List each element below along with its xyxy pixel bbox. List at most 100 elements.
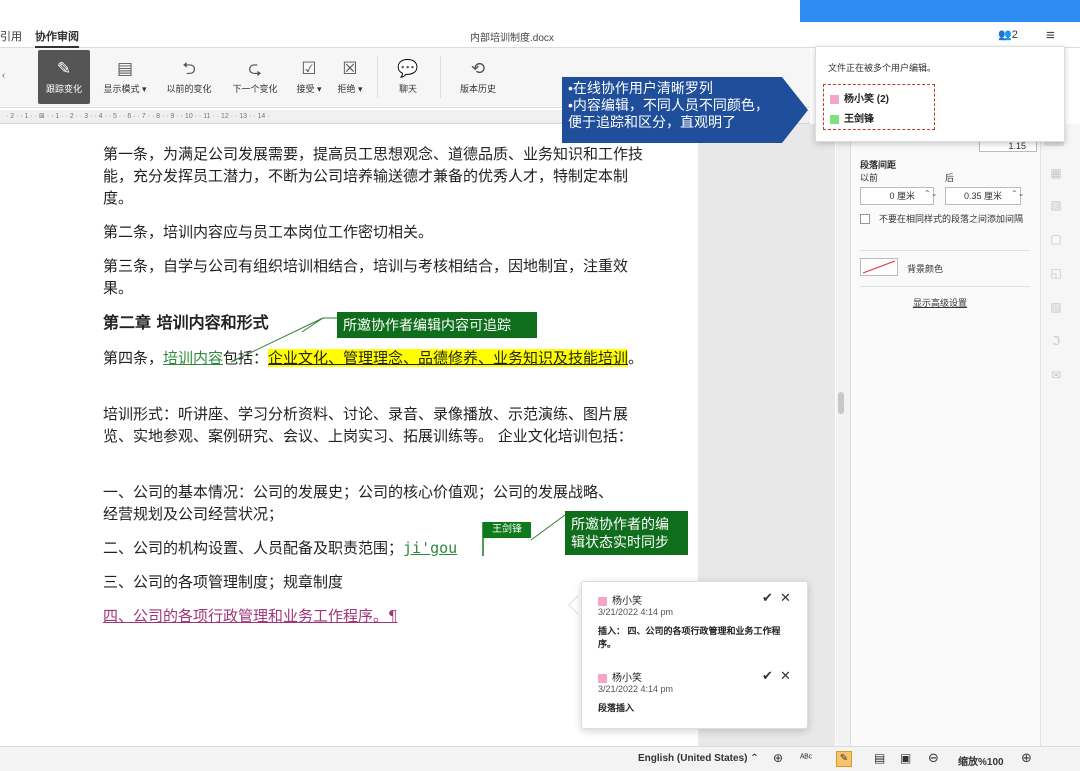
display-mode-icon: ▤ bbox=[116, 59, 134, 78]
tab-collaboration-review[interactable]: 协作审阅 bbox=[35, 28, 79, 48]
chat-label: 聊天 bbox=[398, 84, 417, 94]
no-color-icon bbox=[862, 260, 896, 274]
paragraph-settings-panel: 1.15 段落间距 以前 后 0 厘米 ⌃⌄ 0.35 厘米 ⌃⌄ 不要在相同样… bbox=[850, 140, 1040, 746]
reject-button[interactable]: ☒ 拒绝 ▾ bbox=[330, 50, 370, 104]
paragraph-spacing-title: 段落间距 bbox=[860, 160, 897, 170]
table-settings-icon[interactable]: ▦ bbox=[1049, 166, 1063, 180]
reject-change-icon[interactable]: ✕ bbox=[780, 668, 791, 684]
version-history-label: 版本历史 bbox=[459, 84, 496, 94]
spacing-after-input[interactable]: 0.35 厘米 bbox=[945, 187, 1021, 205]
after-label: 后 bbox=[945, 173, 955, 183]
users-icon: 👥 bbox=[998, 29, 1012, 41]
next-change-icon: ⮎ bbox=[248, 59, 262, 78]
list-item-3[interactable]: 三、公司的各项管理制度；规章制度 bbox=[103, 571, 648, 593]
header-footer-icon[interactable]: ▢ bbox=[1049, 232, 1063, 246]
list-item-4-inserted[interactable]: 四、公司的各项行政管理和业务工作程序。¶ bbox=[103, 605, 648, 627]
shape-settings-icon[interactable]: ◱ bbox=[1049, 266, 1063, 280]
track-changes-icon: ✎ bbox=[56, 59, 72, 78]
zoom-out-icon[interactable]: ⊖ bbox=[928, 750, 939, 766]
paragraph-article-3[interactable]: 第三条，自学与公司有组织培训相结合，培训与考核相结合，因地制宜，注重效果。 bbox=[103, 255, 648, 299]
user-name: 杨小笑 (2) bbox=[844, 94, 889, 105]
spinner-arrows-icon[interactable]: ⌃⌄ bbox=[924, 189, 937, 198]
online-user-item[interactable]: 杨小笑 (2) bbox=[830, 90, 889, 105]
callout-arrow bbox=[782, 77, 808, 143]
spellcheck-icon[interactable]: ᴬᴮᶜ bbox=[800, 753, 812, 764]
toolbar-separator bbox=[440, 56, 441, 98]
paragraph-article-2[interactable]: 第二条，培训内容应与员工本岗位工作密切相关。 bbox=[103, 221, 648, 243]
version-history-button[interactable]: ⟲ 版本历史 bbox=[452, 50, 504, 104]
change-date: 3/21/2022 4:14 pm bbox=[598, 607, 674, 617]
overflow-chevron-icon[interactable]: ‹ bbox=[2, 70, 5, 80]
article-4-end: 。 bbox=[628, 349, 644, 367]
display-mode-button[interactable]: ▤ 显示模式 ▾ bbox=[96, 50, 154, 104]
highlighted-text[interactable]: 企业文化、管理理念、品德修养、业务知识及技能培训 bbox=[268, 349, 629, 367]
change-date: 3/21/2022 4:14 pm bbox=[598, 684, 674, 694]
accept-change-icon[interactable]: ✔ bbox=[762, 590, 773, 606]
document-title: 内部培训制度.docx bbox=[470, 33, 554, 44]
list-item-2-text: 二、公司的机构设置、人员配备及职责范围； bbox=[103, 539, 404, 557]
language-selector[interactable]: English (United States) ⌃ bbox=[638, 753, 759, 764]
hamburger-menu-icon[interactable]: ≡ bbox=[1046, 27, 1055, 44]
status-bar: English (United States) ⌃ ⊕ ᴬᴮᶜ ✎ ▤ ▣ ⊖ … bbox=[0, 746, 1080, 771]
right-tools-strip bbox=[1040, 124, 1080, 746]
live-typing-text[interactable]: ji'gou bbox=[403, 539, 457, 557]
paragraph-article-1[interactable]: 第一条，为满足公司发展需要，提高员工思想观念、道德品质、业务知识和工作技能，充分… bbox=[103, 143, 648, 209]
fit-width-icon[interactable]: ▣ bbox=[900, 751, 911, 765]
before-label: 以前 bbox=[860, 173, 879, 183]
previous-change-button[interactable]: ⮌ 以前的变化 bbox=[160, 50, 218, 104]
background-color-label: 背景颜色 bbox=[907, 264, 944, 274]
chat-button[interactable]: 💬 聊天 bbox=[388, 50, 428, 104]
display-mode-label: 显示模式 bbox=[103, 84, 140, 94]
paragraph-training-forms[interactable]: 培训形式：听讲座、学习分析资料、讨论、录音、录像播放、示范演练、图片展览、实地参… bbox=[103, 403, 648, 447]
globe-icon[interactable]: ⊕ bbox=[773, 751, 783, 765]
scrollbar-thumb[interactable] bbox=[838, 392, 844, 414]
spinner-arrows-icon[interactable]: ⌃⌄ bbox=[1011, 189, 1024, 198]
chart-settings-icon[interactable]: ▨ bbox=[1049, 300, 1063, 314]
collaborator-cursor-flag: 王剑锋 bbox=[483, 522, 531, 538]
image-settings-icon[interactable]: ▧ bbox=[1049, 198, 1063, 212]
author-name: 杨小笑 bbox=[612, 673, 642, 684]
no-space-checkbox-label: 不要在相同样式的段落之间添加间隔 bbox=[879, 214, 1024, 224]
users-button[interactable]: 👥2 bbox=[998, 28, 1018, 41]
user-color-swatch bbox=[830, 114, 839, 124]
toolbar-separator bbox=[377, 56, 378, 98]
callout-line: 所邀协作者的编 bbox=[571, 516, 669, 532]
article-4-prefix: 第四条， bbox=[103, 349, 164, 367]
track-changes-status-icon[interactable]: ✎ bbox=[836, 751, 852, 767]
previous-change-label: 以前的变化 bbox=[166, 84, 212, 94]
callout-line: 辑状态实时同步 bbox=[571, 534, 669, 550]
paragraph-article-4[interactable]: 第四条，培训内容包括：企业文化、管理理念、品德修养、业务知识及技能培训。 bbox=[103, 347, 648, 369]
tracked-insertion[interactable]: 培训内容 bbox=[163, 349, 223, 367]
tab-references[interactable]: 引用 bbox=[0, 28, 22, 44]
co-editing-message: 文件正在被多个用户编辑。 bbox=[828, 63, 937, 73]
accept-change-icon[interactable]: ✔ bbox=[762, 668, 773, 684]
divider bbox=[860, 286, 1030, 287]
annotation-collaborators-callout: •在线协作用户清晰罗列 •内容编辑，不同人员不同颜色， 便于追踪和区分，直观明了 bbox=[562, 77, 782, 143]
zoom-in-icon[interactable]: ⊕ bbox=[1021, 750, 1032, 766]
next-change-label: 下一个变化 bbox=[232, 84, 278, 94]
track-changes-card: 杨小笑 3/21/2022 4:14 pm 插入： 四、公司的各项行政管理和业务… bbox=[581, 581, 808, 729]
reject-icon: ☒ bbox=[342, 59, 358, 78]
accept-icon: ☑ bbox=[301, 59, 317, 78]
text-art-icon[interactable]: ℑ bbox=[1049, 334, 1063, 348]
no-space-checkbox[interactable] bbox=[860, 214, 870, 224]
signature-icon[interactable]: ✉ bbox=[1049, 368, 1063, 382]
user-color-swatch bbox=[830, 94, 839, 104]
spacing-before-input[interactable]: 0 厘米 bbox=[860, 187, 934, 205]
history-clock-icon: ⟲ bbox=[470, 59, 486, 78]
background-color-picker[interactable] bbox=[860, 258, 898, 276]
user-color-swatch bbox=[598, 596, 607, 606]
show-advanced-settings-link[interactable]: 显示高级设置 bbox=[913, 296, 967, 309]
next-change-button[interactable]: ⮎ 下一个变化 bbox=[226, 50, 284, 104]
annotation-realtime-callout: 所邀协作者的编 辑状态实时同步 bbox=[565, 511, 688, 555]
fit-page-icon[interactable]: ▤ bbox=[874, 751, 885, 765]
annotation-trackable-callout: 所邀协作者编辑内容可追踪 bbox=[337, 312, 537, 338]
spacing-after-value: 0.35 厘米 bbox=[963, 191, 1002, 201]
reject-change-icon[interactable]: ✕ bbox=[780, 590, 791, 606]
track-changes-button[interactable]: ✎ 跟踪变化 bbox=[38, 50, 90, 104]
accept-button[interactable]: ☑ 接受 ▾ bbox=[290, 50, 328, 104]
zoom-level[interactable]: 缩放%100 bbox=[958, 753, 1004, 768]
vertical-scrollbar[interactable] bbox=[836, 124, 850, 746]
online-user-item[interactable]: 王剑锋 bbox=[830, 110, 874, 125]
list-item-1[interactable]: 一、公司的基本情况：公司的发展史；公司的核心价值观；公司的发展战略、经营规划及公… bbox=[103, 481, 623, 525]
